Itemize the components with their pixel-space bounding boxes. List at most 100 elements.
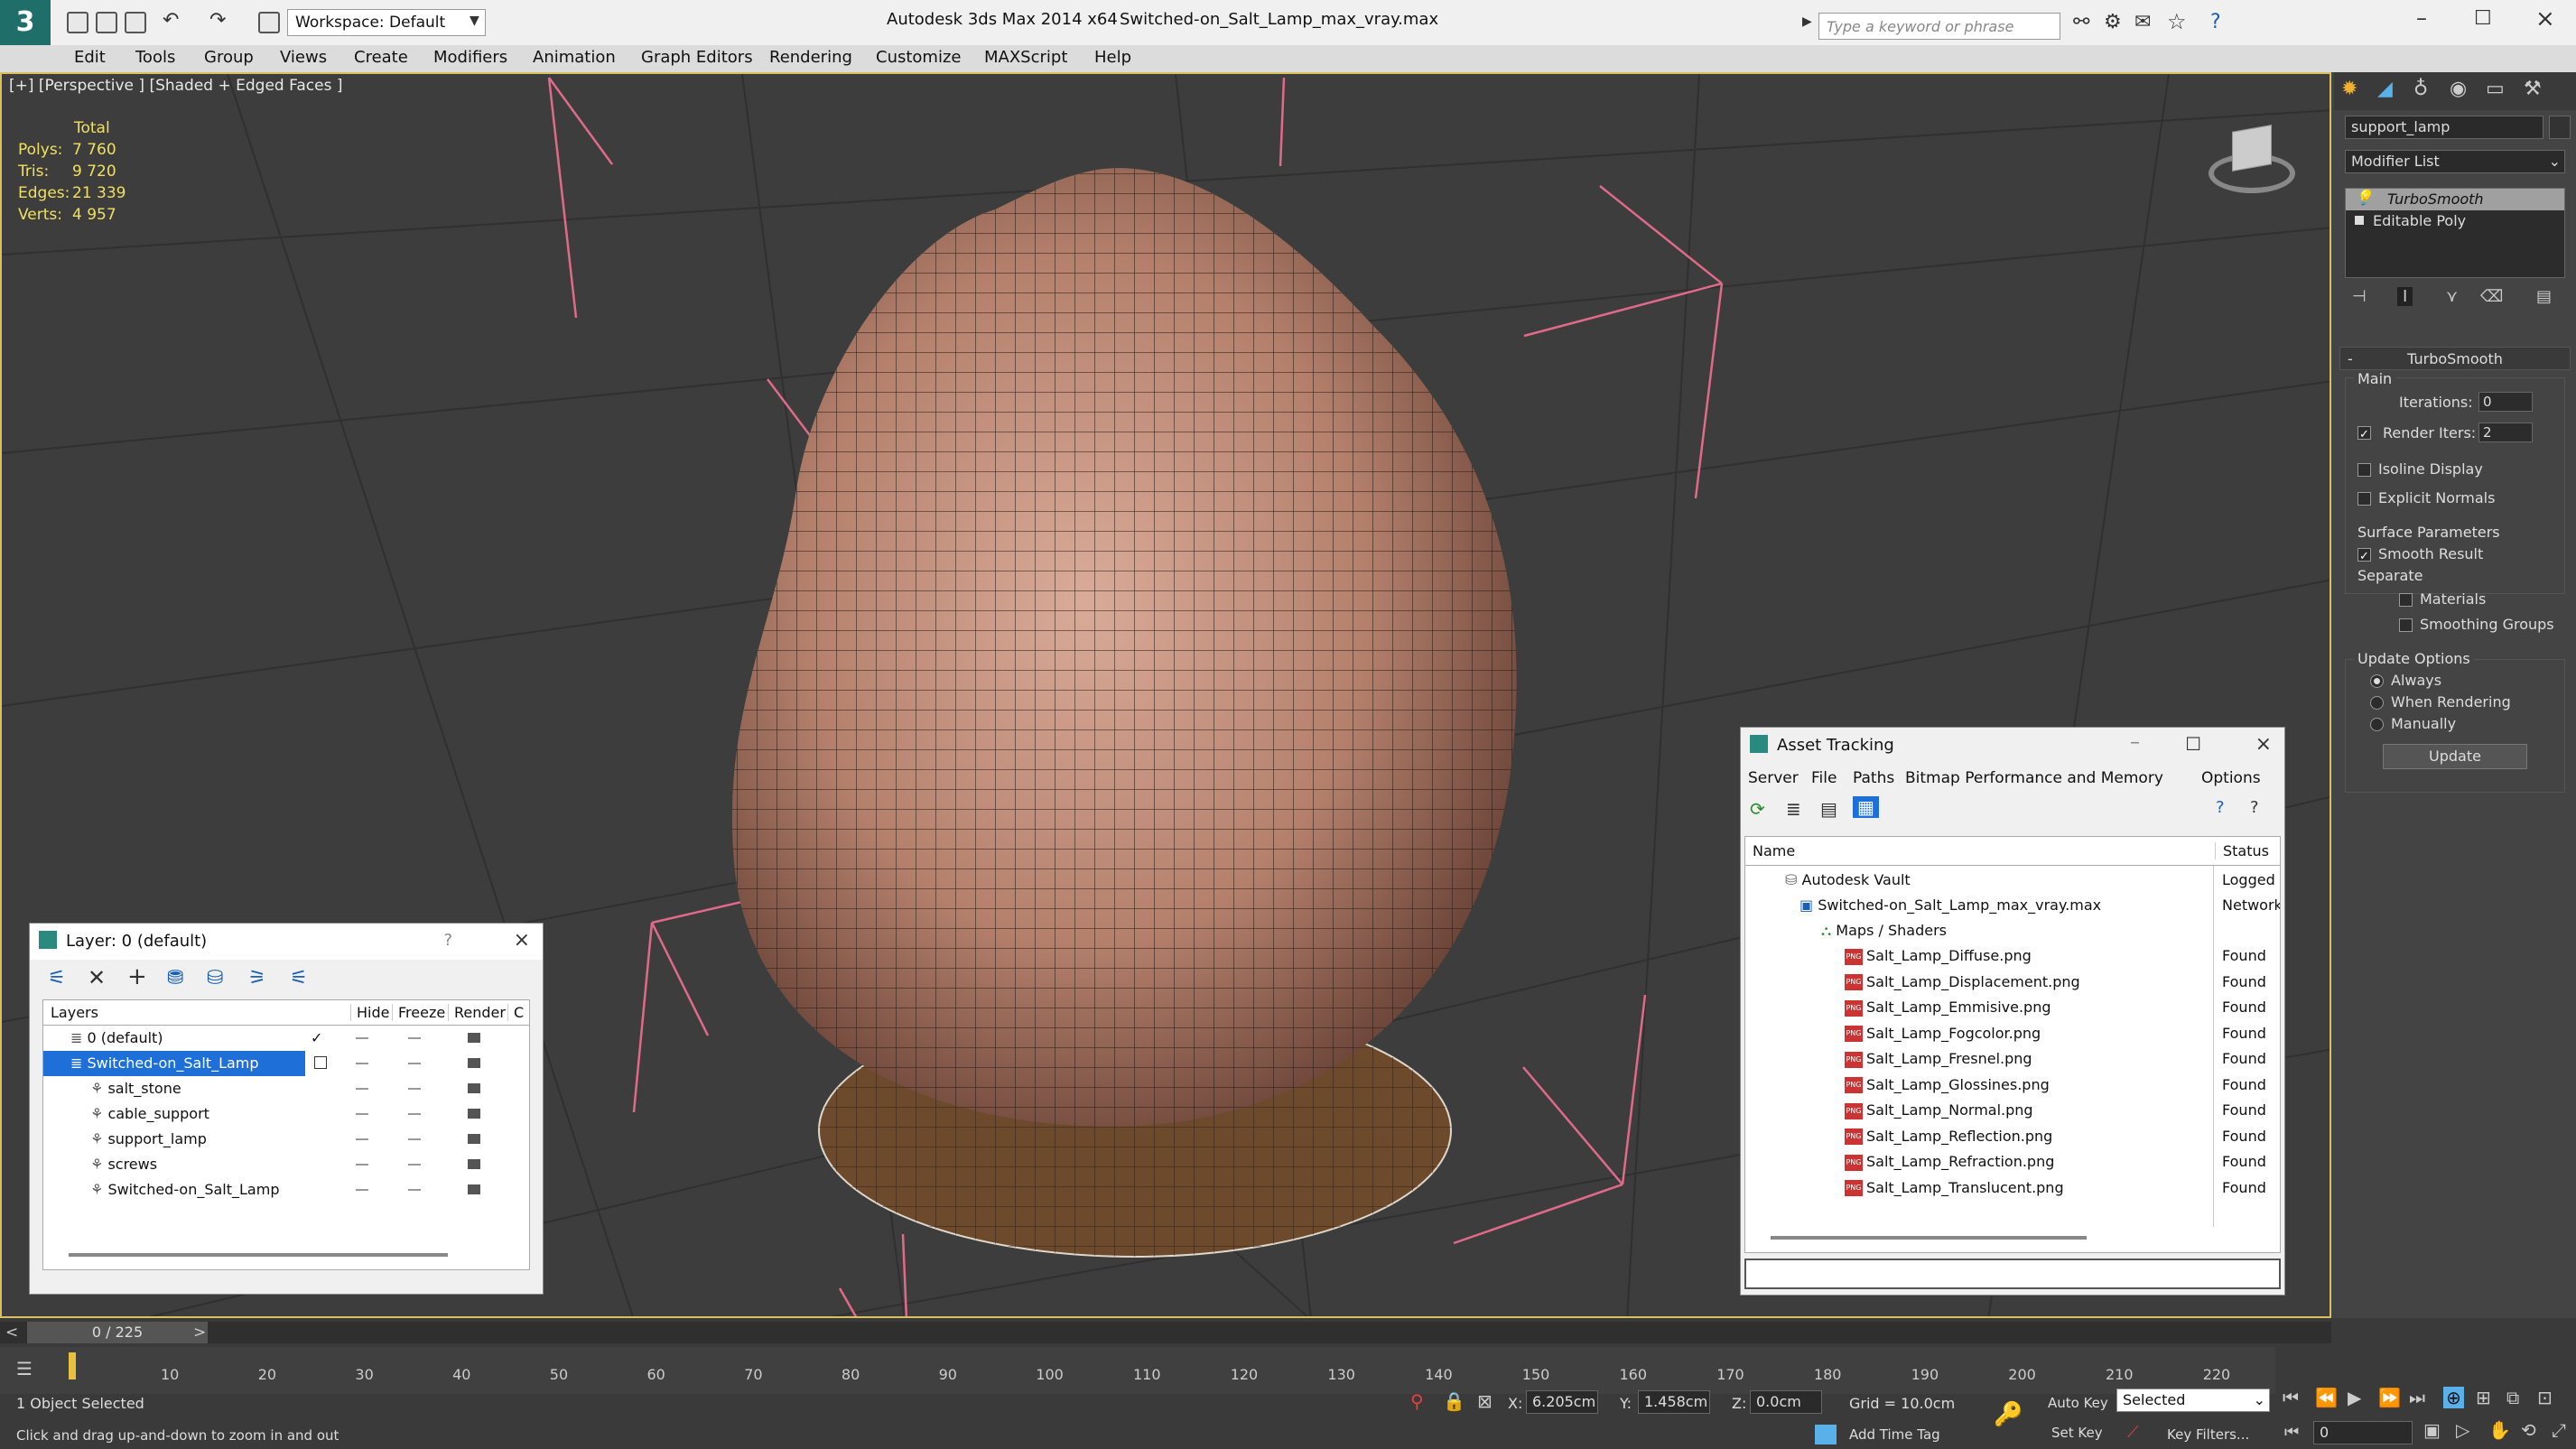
selection-lock-icon[interactable]: ⚲ [1410,1390,1424,1412]
app-logo[interactable]: 3 [0,0,51,45]
time-slider-thumb[interactable]: 0 / 225 [27,1322,208,1343]
asset-menu-paths[interactable]: Paths [1853,769,1894,787]
checkbox-icon[interactable] [2357,492,2371,506]
isoline-checkbox[interactable]: Isoline Display [2357,460,2483,478]
zoom-all-icon[interactable]: ⊞ [2476,1387,2491,1408]
show-end-result-icon[interactable]: I [2397,287,2413,306]
zoom-icon[interactable]: ⊕ [2443,1387,2464,1408]
set-key-button[interactable]: Set Key [2051,1425,2103,1441]
checkbox-icon[interactable] [2399,593,2413,607]
menu-edit[interactable]: Edit [74,48,106,67]
redo-icon[interactable]: ↷ [209,9,226,32]
new-file-icon[interactable] [67,12,88,33]
time-slider-prev-icon[interactable]: < [5,1324,18,1342]
favorites-icon[interactable]: ☆ [2167,9,2187,34]
set-key-mode-icon[interactable]: 🔑 [1994,1401,2023,1428]
asset-row-map[interactable]: PNG Salt_Lamp_Fogcolor.png Found [1745,1021,2280,1046]
add-time-tag[interactable]: Add Time Tag [1849,1426,1940,1443]
layer-help-icon[interactable]: ? [443,931,452,950]
layer-hide-all-icon[interactable]: ⚟ [290,967,308,989]
key-filter-icon[interactable]: ⟋ [2127,1423,2139,1442]
menu-group[interactable]: Group [204,48,254,67]
col-c[interactable]: C [507,1004,524,1021]
utilities-tab-icon[interactable]: ⚒ [2524,78,2542,100]
render-iters-checkbox[interactable] [2357,423,2378,441]
refresh-icon[interactable]: ⟳ [1750,798,1765,820]
field-of-view-icon[interactable]: ▷ [2456,1419,2469,1441]
asset-row-map[interactable]: PNG Salt_Lamp_Translucent.png Found [1745,1175,2280,1201]
layer-close-icon[interactable]: × [514,929,530,952]
iterations-spinner[interactable]: 0 [2478,392,2533,412]
col-name[interactable]: Name [1753,842,1795,859]
menu-maxscript[interactable]: MAXScript [984,48,1067,67]
motion-tab-icon[interactable]: ◉ [2450,78,2467,100]
project-folder-icon[interactable] [258,12,280,33]
y-coordinate-field[interactable]: 1.458cm [1638,1390,1710,1414]
asset-menu-options[interactable]: Options [2201,769,2261,787]
z-coordinate-field[interactable]: 0.0cm [1750,1390,1822,1414]
zoom-extents-icon[interactable]: ⧉ [2506,1387,2519,1408]
subscription-icon[interactable]: ⚙ [2104,11,2122,33]
zoom-extents-all-icon[interactable]: ⊡ [2537,1387,2553,1408]
materials-checkbox[interactable]: Materials [2399,590,2486,608]
col-layers[interactable]: Layers [51,1004,98,1021]
go-to-start-icon[interactable]: ⏮ [2283,1387,2299,1408]
asset-row-map[interactable]: PNG Salt_Lamp_Refraction.png Found [1745,1149,2280,1175]
asset-row-map[interactable]: PNG Salt_Lamp_Fresnel.png Found [1745,1046,2280,1072]
asset-row-maps[interactable]: ⛬ Maps / Shaders [1745,918,2280,943]
col-hide[interactable]: Hide [350,1004,389,1021]
current-frame-field[interactable]: 0 [2313,1421,2413,1444]
x-coordinate-field[interactable]: 6.205cm [1526,1390,1598,1414]
maximize-viewport-icon[interactable]: ⤢ [2552,1419,2566,1441]
update-button[interactable]: Update [2383,744,2527,769]
time-slider[interactable]: < 0 / 225 > [0,1322,2331,1343]
checkbox-icon[interactable] [2357,425,2371,440]
viewcube[interactable] [2205,121,2295,202]
asset-row-map[interactable]: PNG Salt_Lamp_Normal.png Found [1745,1098,2280,1123]
create-tab-icon[interactable]: ✹ [2341,78,2357,100]
checkbox-icon[interactable] [2357,463,2371,477]
asset-window-titlebar[interactable]: Asset Tracking – ☐ × [1741,728,2284,764]
list-view-icon[interactable]: ≣ [1786,798,1801,820]
minimize-icon[interactable]: – [2416,5,2427,31]
layer-row-toggles[interactable] [43,1026,530,1203]
asset-help-icon[interactable]: ? [2216,798,2225,817]
stack-item-editable-poly[interactable]: Editable Poly [2346,210,2564,232]
object-name-field[interactable]: support_lamp [2345,116,2543,139]
bulb-icon[interactable]: 💡 [2355,189,2373,206]
communication-icon[interactable]: ✉ [2134,11,2151,33]
menu-modifiers[interactable]: Modifiers [433,48,507,67]
asset-row-map[interactable]: PNG Salt_Lamp_Glossines.png Found [1745,1073,2280,1098]
time-tag-icon[interactable] [1815,1425,1837,1444]
pin-stack-icon[interactable]: ⊣ [2352,287,2367,306]
key-mode-icon[interactable]: ⏮ [2284,1423,2299,1442]
menu-tools[interactable]: Tools [135,48,175,67]
go-to-end-icon[interactable]: ⏭ [2409,1387,2425,1408]
previous-frame-icon[interactable]: ⏪ [2315,1387,2338,1408]
key-filters-button[interactable]: Key Filters... [2167,1426,2249,1443]
tree-view-icon[interactable]: ▤ [1820,798,1837,820]
menu-customize[interactable]: Customize [876,48,961,67]
layer-hscrollbar[interactable] [69,1253,448,1257]
pan-icon[interactable]: ✋ [2488,1419,2511,1441]
make-unique-icon[interactable]: ⋎ [2446,287,2458,306]
current-frame-marker[interactable] [69,1352,76,1379]
stack-item-turbosmooth[interactable]: 💡 TurboSmooth [2346,189,2564,210]
explicit-normals-checkbox[interactable]: Explicit Normals [2357,489,2495,506]
menu-animation[interactable]: Animation [533,48,616,67]
search-input[interactable]: Type a keyword or phrase [1818,13,2060,40]
menu-help[interactable]: Help [1094,48,1131,67]
asset-menu-file[interactable]: File [1811,769,1837,787]
layer-select-icon[interactable]: ⚟ [48,967,66,989]
menu-views[interactable]: Views [280,48,327,67]
next-frame-icon[interactable]: ⏩ [2378,1387,2401,1408]
asset-maximize-icon[interactable]: ☐ [2185,733,2201,755]
checkbox-icon[interactable] [2357,548,2371,562]
selected-set-dropdown[interactable]: Selected ⌄ [2116,1389,2270,1412]
save-file-icon[interactable] [125,12,146,33]
maximize-icon[interactable]: ☐ [2474,7,2492,30]
col-freeze[interactable]: Freeze [392,1004,445,1021]
asset-row-map[interactable]: PNG Salt_Lamp_Diffuse.png Found [1745,943,2280,969]
asset-row-file[interactable]: ▣ Switched-on_Salt_Lamp_max_vray.max Netw… [1745,893,2280,918]
mini-curve-editor-icon[interactable]: ☰ [16,1358,33,1379]
